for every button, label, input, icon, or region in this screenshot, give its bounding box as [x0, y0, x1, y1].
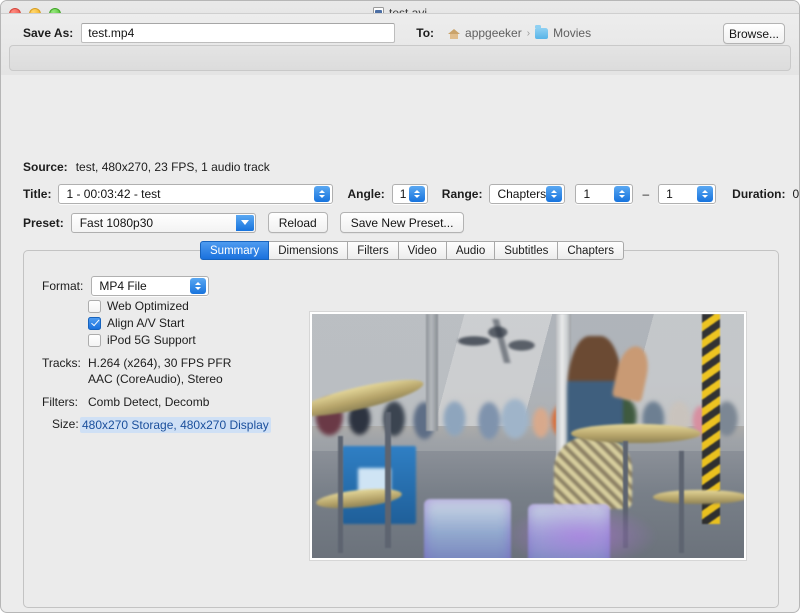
angle-label: Angle: [347, 187, 384, 201]
path-folder-label: Movies [553, 26, 591, 40]
size-label: Size: [52, 417, 79, 431]
range-end-select[interactable]: 1 [658, 184, 716, 204]
tab-chapters[interactable]: Chapters [558, 241, 624, 260]
tab-audio[interactable]: Audio [447, 241, 495, 260]
format-label: Format: [42, 279, 83, 293]
preview-cymbal-lower-right [653, 490, 746, 505]
destination-path-control[interactable]: appgeeker › Movies [448, 26, 591, 40]
duration-label: Duration: [732, 187, 785, 201]
preview-blue-bin [342, 446, 415, 524]
size-value[interactable]: 480x270 Storage, 480x270 Display [80, 417, 271, 433]
filters-value: Comb Detect, Decomb [88, 395, 209, 409]
checkbox-unchecked-icon[interactable] [88, 300, 101, 313]
preview-drum-left [424, 499, 510, 560]
tracks-line-2: AAC (CoreAudio), Stereo [88, 372, 223, 386]
web-optimized-checkbox[interactable]: Web Optimized [88, 299, 189, 313]
range-type-stepper-icon[interactable] [546, 186, 562, 202]
source-label: Source: [23, 160, 68, 174]
save-as-label: Save As: [23, 26, 73, 40]
reload-button[interactable]: Reload [268, 212, 328, 233]
web-optimized-label: Web Optimized [107, 299, 189, 313]
source-value: test, 480x270, 23 FPS, 1 audio track [76, 160, 270, 174]
format-row: Format: MP4 File [42, 276, 209, 296]
size-value-container: 480x270 Storage, 480x270 Display [80, 416, 271, 434]
preview-patterned-shirt [554, 436, 632, 509]
save-new-preset-button[interactable]: Save New Preset... [340, 212, 465, 233]
range-type-value: Chapters [497, 187, 546, 201]
preview-pole-left [426, 314, 437, 431]
browse-button[interactable]: Browse... [723, 23, 785, 44]
range-dash: – [642, 187, 649, 201]
range-type-select[interactable]: Chapters [489, 184, 565, 204]
range-end-stepper-icon[interactable] [697, 186, 713, 202]
to-label: To: [416, 26, 434, 40]
range-end-value: 1 [666, 187, 673, 201]
range-start-value: 1 [583, 187, 590, 201]
align-av-start-checkbox[interactable]: Align A/V Start [88, 316, 184, 330]
source-row: Source: test, 480x270, 23 FPS, 1 audio t… [23, 160, 270, 174]
tab-subtitles[interactable]: Subtitles [495, 241, 558, 260]
tab-filters[interactable]: Filters [348, 241, 398, 260]
format-stepper-icon[interactable] [190, 278, 206, 294]
home-folder-icon [448, 27, 460, 39]
angle-select[interactable]: 1 [392, 184, 428, 204]
preset-label: Preset: [23, 216, 64, 230]
save-as-value: test.mp4 [88, 26, 134, 40]
checkbox-unchecked-icon[interactable] [88, 334, 101, 347]
footer-area: Save As: test.mp4 To: appgeeker › Movies… [1, 13, 799, 75]
status-bar [9, 45, 791, 71]
format-select[interactable]: MP4 File [91, 276, 209, 296]
angle-stepper-icon[interactable] [409, 186, 425, 202]
range-start-stepper-icon[interactable] [614, 186, 630, 202]
range-label: Range: [442, 187, 483, 201]
handbrake-window: test.avi Open Source Add To Queue Start [0, 0, 800, 613]
tab-summary[interactable]: Summary [200, 241, 269, 260]
title-select-value: 1 - 00:03:42 - test [66, 187, 160, 201]
preview-cymbal-right [571, 424, 701, 444]
tab-dimensions[interactable]: Dimensions [269, 241, 348, 260]
preview-stand-4 [679, 451, 684, 553]
path-home-label: appgeeker [465, 26, 522, 40]
preview-stand-2 [338, 436, 343, 553]
chevron-down-icon[interactable] [236, 215, 254, 231]
filters-label: Filters: [42, 395, 78, 409]
save-as-input[interactable]: test.mp4 [81, 23, 395, 43]
preview-image[interactable] [310, 312, 746, 560]
ipod-5g-support-checkbox[interactable]: iPod 5G Support [88, 333, 196, 347]
angle-value: 1 [400, 187, 407, 201]
preset-select[interactable]: Fast 1080p30 [71, 213, 256, 233]
title-row: Title: 1 - 00:03:42 - test Angle: 1 Rang… [23, 184, 800, 204]
title-stepper-icon[interactable] [314, 186, 330, 202]
summary-panel: Format: MP4 File Web Optimized Align A/V… [23, 250, 779, 608]
checkbox-checked-icon[interactable] [88, 317, 101, 330]
preview-stand-1 [385, 412, 391, 549]
range-start-select[interactable]: 1 [575, 184, 633, 204]
align-av-start-label: Align A/V Start [107, 316, 184, 330]
preview-purple-glow [502, 504, 658, 560]
path-separator-icon: › [527, 28, 530, 39]
tab-video[interactable]: Video [399, 241, 447, 260]
duration-value: 00:03:42 [792, 187, 800, 201]
preset-value: Fast 1080p30 [80, 216, 153, 230]
folder-icon [535, 28, 548, 39]
save-as-row: Save As: test.mp4 To: appgeeker › Movies… [23, 23, 591, 43]
tracks-label: Tracks: [42, 356, 81, 370]
preview-graffiti [455, 319, 550, 363]
preview-crowd [312, 358, 744, 456]
title-label: Title: [23, 187, 51, 201]
ipod-5g-support-label: iPod 5G Support [107, 333, 196, 347]
title-select[interactable]: 1 - 00:03:42 - test [58, 184, 333, 204]
tracks-line-1: H.264 (x264), 30 FPS PFR [88, 356, 231, 370]
tab-bar: Summary Dimensions Filters Video Audio S… [200, 241, 624, 260]
format-value: MP4 File [99, 279, 146, 293]
preset-row: Preset: Fast 1080p30 Reload Save New Pre… [23, 212, 464, 233]
